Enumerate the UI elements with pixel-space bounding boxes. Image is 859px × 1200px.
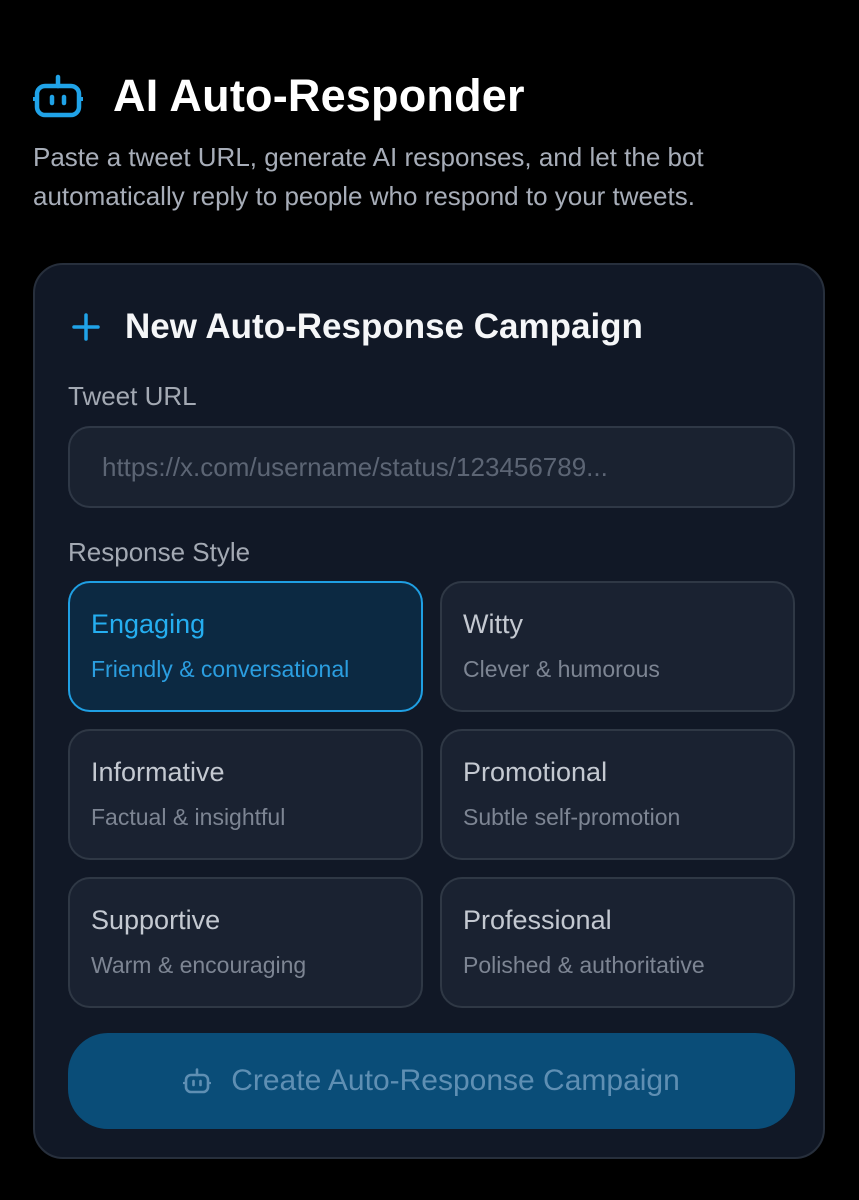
bot-icon <box>33 74 83 118</box>
style-option-name: Professional <box>463 905 612 935</box>
tweet-url-label: Tweet URL <box>68 381 197 411</box>
page-title: AI Auto-Responder <box>113 70 525 121</box>
style-option-name: Supportive <box>91 905 221 935</box>
style-option-engaging[interactable]: Engaging Friendly & conversational <box>68 581 423 712</box>
card-title-row: New Auto-Response Campaign <box>71 303 643 351</box>
style-option-name: Informative <box>91 757 225 787</box>
style-option-description: Subtle self-promotion <box>463 804 681 830</box>
create-campaign-button-label: Create Auto-Response Campaign <box>231 1064 680 1097</box>
style-option-description: Clever & humorous <box>463 656 660 682</box>
title-row: AI Auto-Responder <box>33 70 823 122</box>
style-option-witty[interactable]: Witty Clever & humorous <box>440 581 795 712</box>
create-campaign-button[interactable]: Create Auto-Response Campaign <box>68 1033 795 1129</box>
response-style-label: Response Style <box>68 537 251 567</box>
page-header: AI Auto-Responder Paste a tweet URL, gen… <box>33 70 823 216</box>
response-style-grid: Engaging Friendly & conversational Witty… <box>68 581 795 1008</box>
style-option-supportive[interactable]: Supportive Warm & encouraging <box>68 877 423 1008</box>
card-title: New Auto-Response Campaign <box>125 307 643 346</box>
bot-icon <box>183 1068 212 1094</box>
style-option-description: Factual & insightful <box>91 804 286 830</box>
style-option-name: Promotional <box>463 757 608 787</box>
tweet-url-input[interactable] <box>68 426 795 508</box>
page-subtitle: Paste a tweet URL, generate AI responses… <box>33 142 704 211</box>
style-option-informative[interactable]: Informative Factual & insightful <box>68 729 423 860</box>
style-option-promotional[interactable]: Promotional Subtle self-promotion <box>440 729 795 860</box>
style-option-description: Polished & authoritative <box>463 952 705 978</box>
plus-icon <box>71 312 101 342</box>
style-option-name: Engaging <box>91 609 206 639</box>
style-option-name: Witty <box>463 609 523 639</box>
campaign-card: New Auto-Response Campaign Tweet URL Res… <box>33 263 825 1159</box>
style-option-description: Friendly & conversational <box>91 656 350 682</box>
style-option-description: Warm & encouraging <box>91 952 307 978</box>
style-option-professional[interactable]: Professional Polished & authoritative <box>440 877 795 1008</box>
